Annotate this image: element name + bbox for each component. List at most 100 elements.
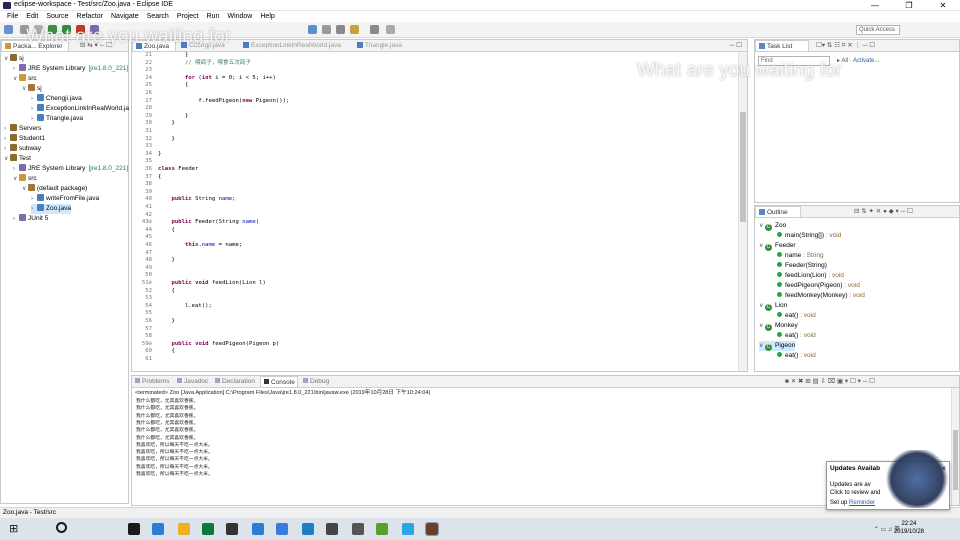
editor-scrollbar[interactable] xyxy=(738,52,747,371)
taskbar-app-icon[interactable] xyxy=(376,523,388,535)
tree-item[interactable]: › subway xyxy=(4,144,41,154)
task-activate-link[interactable]: Activate... xyxy=(853,58,879,64)
menu-help[interactable]: Help xyxy=(256,11,278,22)
outline-toolbar-icons[interactable]: ⊟ ⇅ ✦ ✕ ● ◆ ▾ ─ ☐ xyxy=(851,206,916,217)
menu-refactor[interactable]: Refactor xyxy=(73,11,107,22)
outline-item[interactable]: feedPigeon(Pigeon) : void xyxy=(777,281,860,291)
tab-task-list[interactable]: Task List xyxy=(755,40,809,51)
minimize-button[interactable]: — xyxy=(858,0,892,11)
tab-declaration[interactable]: Declaration xyxy=(212,376,258,387)
start-icon[interactable]: ⊞ xyxy=(9,523,18,535)
editor-tab[interactable]: Triangle.java xyxy=(354,40,418,51)
toolbar-tool-icon[interactable] xyxy=(386,25,395,34)
outline-item[interactable]: ∨ C Monkey xyxy=(759,321,798,331)
outline-item[interactable]: ∨ C Zoo xyxy=(759,221,786,231)
tree-item[interactable]: › Servers xyxy=(4,124,41,134)
outline-item[interactable]: main(String[]) : void xyxy=(777,231,841,241)
tree-item[interactable]: › Zoo.java xyxy=(31,204,71,214)
tree-item[interactable]: › JRE System Library [jre1.8.0_221] xyxy=(13,164,128,174)
toolbar-tool-icon[interactable] xyxy=(34,25,43,34)
outline-item[interactable]: ∨ C Feeder xyxy=(759,241,796,251)
editor-minmax-icons[interactable]: ─ ☐ xyxy=(727,40,745,51)
outline-item[interactable]: feedLion(Lion) : void xyxy=(777,271,844,281)
taskbar-app-icon[interactable] xyxy=(326,523,338,535)
toolbar-tool-icon[interactable] xyxy=(76,25,85,34)
toolbar-tool-icon[interactable] xyxy=(62,25,71,34)
tree-item[interactable]: ∨ Test xyxy=(4,154,31,164)
toolbar-tool-icon[interactable] xyxy=(4,25,13,34)
popup-reminder-link[interactable]: Reminder xyxy=(849,500,875,506)
toolbar-tool-icon[interactable] xyxy=(322,25,331,34)
tab-console[interactable]: Console xyxy=(260,376,298,387)
menu-edit[interactable]: Edit xyxy=(22,11,42,22)
tray-icons[interactable]: ⌃ ▭ ♫ 英 xyxy=(874,524,900,533)
taskbar-app-icon[interactable] xyxy=(128,523,140,535)
tab-debug[interactable]: Debug xyxy=(300,376,332,387)
toolbar-tool-icon[interactable] xyxy=(350,25,359,34)
outline-item[interactable]: Feeder(String) xyxy=(777,261,827,271)
editor-tab[interactable]: Chengji.java xyxy=(178,40,238,51)
toolbar-tool-icon[interactable] xyxy=(20,25,29,34)
tree-item[interactable]: › Student1 xyxy=(4,134,45,144)
menu-navigate[interactable]: Navigate xyxy=(107,11,143,22)
menu-source[interactable]: Source xyxy=(42,11,72,22)
tree-item[interactable]: ∨ sj xyxy=(4,54,24,64)
outline-item[interactable]: feedMonkey(Monkey) : void xyxy=(777,291,865,301)
menu-window[interactable]: Window xyxy=(223,11,256,22)
task-all-link[interactable]: All xyxy=(841,58,848,64)
taskbar-app-icon[interactable] xyxy=(302,523,314,535)
toolbar-tool-icon[interactable] xyxy=(90,25,99,34)
close-button[interactable]: ✕ xyxy=(926,0,960,11)
outline-item[interactable]: ∨ C Lion xyxy=(759,301,787,311)
toolbar-tool-icon[interactable] xyxy=(48,25,57,34)
toolbar-tool-icon[interactable] xyxy=(336,25,345,34)
tree-item[interactable]: › ExceptionLinkInRealWorld.ja xyxy=(31,104,129,114)
tree-item[interactable]: › Triangle.java xyxy=(31,114,83,124)
task-list-toolbar-icons[interactable]: ☐▾ ⇅ ☷ ⌗ ✕ ⋮ ─ ☐ xyxy=(813,40,878,51)
taskbar-app-icon[interactable] xyxy=(152,523,164,535)
updates-notification[interactable]: Updates Availab × Updates are av Click t… xyxy=(826,450,950,510)
tree-item[interactable]: ∨ sj xyxy=(22,84,42,94)
outline-item[interactable]: eat() : void xyxy=(777,331,816,341)
taskbar-app-icon[interactable] xyxy=(402,523,414,535)
menu-search[interactable]: Search xyxy=(143,11,173,22)
taskbar-app-icon[interactable] xyxy=(226,523,238,535)
outline-item[interactable]: eat() : void xyxy=(777,311,816,321)
tab-problems[interactable]: Problems xyxy=(132,376,172,387)
tree-item[interactable]: › Chengji.java xyxy=(31,94,82,104)
editor-scroll-thumb[interactable] xyxy=(740,112,746,222)
tree-item[interactable]: ∨ src xyxy=(13,174,37,184)
tab-outline[interactable]: Outline xyxy=(755,206,801,217)
maximize-button[interactable]: ❐ xyxy=(892,0,926,11)
tree-item[interactable]: › JUnit 5 xyxy=(13,214,48,224)
view-menu-icons[interactable]: ⊟ ⇆ ▾ ─ ☐ xyxy=(77,40,115,51)
task-find-input[interactable]: Find xyxy=(758,56,830,66)
taskbar-app-icon[interactable] xyxy=(352,523,364,535)
taskbar-app-icon[interactable] xyxy=(178,523,190,535)
search-icon[interactable] xyxy=(56,522,67,533)
quick-access-field[interactable]: Quick Access xyxy=(856,25,900,35)
taskbar-app-icon[interactable] xyxy=(252,523,264,535)
tree-item[interactable]: ∨ src xyxy=(13,74,37,84)
console-scrollbar[interactable] xyxy=(951,388,959,505)
console-scroll-thumb[interactable] xyxy=(953,430,958,490)
taskbar-app-icon[interactable] xyxy=(425,522,439,536)
taskbar-app-icon[interactable] xyxy=(202,523,214,535)
taskbar-app-icon[interactable] xyxy=(276,523,288,535)
outline-item[interactable]: name : String xyxy=(777,251,824,261)
tab-javadoc[interactable]: Javadoc xyxy=(174,376,210,387)
code-area[interactable]: 21 } 22 // 喂鸽子，喂食五次鸽子 23 24 for (int i = 0;… xyxy=(132,52,747,370)
tree-item[interactable]: › writeFromFile.java xyxy=(31,194,99,204)
menu-run[interactable]: Run xyxy=(203,11,224,22)
console-output[interactable]: 我什么都吃，尤其喜欢香蕉。 我什么都吃，尤其喜欢香蕉。 我什么都吃，尤其喜欢香蕉。我… xyxy=(132,398,947,498)
menu-project[interactable]: Project xyxy=(173,11,203,22)
tree-item[interactable]: › JRE System Library [jre1.8.0_221] xyxy=(13,64,128,74)
tree-item[interactable]: ∨ (default package) xyxy=(22,184,87,194)
editor-tab[interactable]: Zoo.java xyxy=(132,40,176,51)
outline-item[interactable]: ∨ C Pigeon xyxy=(759,341,796,351)
editor-tab[interactable]: ExceptionLinkInRealWorld.java xyxy=(240,40,352,51)
tab-package-explorer[interactable]: Packa... Explorer xyxy=(1,40,69,51)
toolbar-tool-icon[interactable] xyxy=(308,25,317,34)
toolbar-tool-icon[interactable] xyxy=(370,25,379,34)
menu-file[interactable]: File xyxy=(3,11,22,22)
